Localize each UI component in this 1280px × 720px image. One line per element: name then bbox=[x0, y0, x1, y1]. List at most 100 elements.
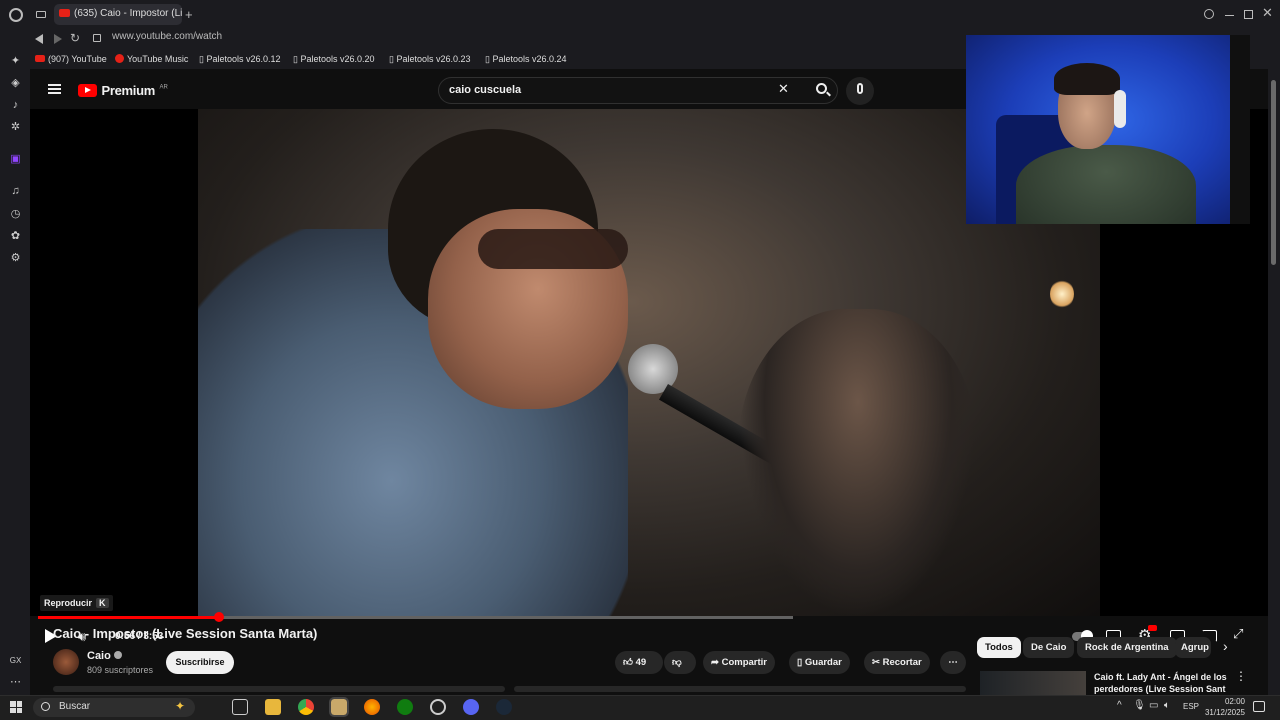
aria-icon[interactable]: ✦ bbox=[9, 55, 22, 68]
bookmark-paletools-20[interactable]: ▯ Paletools v26.0.20 bbox=[293, 54, 375, 65]
start-button[interactable] bbox=[10, 701, 22, 713]
microphone-icon bbox=[857, 83, 863, 94]
maximize-button[interactable] bbox=[1244, 10, 1253, 19]
forward-icon[interactable] bbox=[54, 34, 62, 44]
mic-tray-icon[interactable]: 🎙︎ bbox=[1133, 700, 1146, 711]
up-next-title[interactable]: Caio ft. Lady Ant - Ángel de los perdedo… bbox=[1094, 671, 1244, 695]
scissors-icon: ✂ bbox=[872, 657, 883, 668]
subscriber-count: 809 suscriptores bbox=[87, 665, 154, 675]
bookmark-paletools-24[interactable]: ▯ Paletools v26.0.24 bbox=[485, 54, 567, 65]
more-icon: ⋯ bbox=[948, 657, 958, 668]
task-view-icon[interactable] bbox=[232, 699, 248, 715]
headset bbox=[1114, 90, 1126, 128]
fullscreen-icon[interactable]: ⤢ bbox=[1233, 626, 1243, 642]
url-field[interactable]: www.youtube.com/watch bbox=[112, 31, 222, 42]
bookmark-paletools-12[interactable]: ▯ Paletools v26.0.12 bbox=[199, 54, 281, 65]
streamer-hair bbox=[1054, 63, 1120, 95]
search-icon bbox=[41, 702, 50, 711]
minimize-button[interactable] bbox=[1225, 15, 1234, 16]
reload-icon[interactable]: ↻ bbox=[70, 31, 80, 45]
bookmark-paletools-23[interactable]: ▯ Paletools v26.0.23 bbox=[389, 54, 471, 65]
bookmark-youtube-music[interactable]: YouTube Music bbox=[115, 54, 188, 64]
progress-fill bbox=[38, 616, 219, 619]
comments-placeholder bbox=[53, 686, 505, 692]
scrollbar-thumb[interactable] bbox=[1271, 80, 1276, 265]
player-icon[interactable]: ♪ bbox=[9, 99, 22, 112]
back-icon[interactable] bbox=[35, 34, 43, 44]
shortcut-key: K bbox=[96, 598, 109, 608]
premium-label: Premium bbox=[101, 83, 155, 98]
search-button[interactable] bbox=[808, 77, 838, 104]
clear-search-icon[interactable]: ✕ bbox=[778, 81, 789, 97]
tray-overflow-icon[interactable]: ^ bbox=[1117, 700, 1122, 711]
more-icon[interactable]: ⋯ bbox=[9, 676, 22, 689]
taskbar-search[interactable]: Buscar ✦ bbox=[33, 698, 195, 717]
youtube-music-icon bbox=[115, 54, 124, 63]
xbox-icon[interactable] bbox=[397, 699, 413, 715]
chip-todos[interactable]: Todos bbox=[977, 637, 1021, 658]
up-next-thumbnail[interactable] bbox=[980, 671, 1086, 695]
opera-gx-icon[interactable] bbox=[430, 699, 446, 715]
streamer-body bbox=[1016, 145, 1196, 224]
search-tabs-icon[interactable] bbox=[1204, 9, 1214, 19]
hamburger-menu-icon[interactable] bbox=[48, 84, 61, 94]
opera-menu-icon[interactable] bbox=[9, 8, 23, 22]
subscribe-button[interactable]: Suscribirse bbox=[166, 651, 234, 674]
webcam-side-bar bbox=[1230, 35, 1250, 224]
scrubber-handle[interactable] bbox=[214, 612, 224, 622]
twitch-icon[interactable]: ▣ bbox=[9, 153, 22, 166]
network-icon[interactable]: ▭ bbox=[1149, 700, 1158, 711]
youtube-logo[interactable]: Premium AR bbox=[78, 82, 168, 98]
copilot-sparkle-icon: ✦ bbox=[174, 699, 185, 713]
lamp-light bbox=[1050, 279, 1074, 309]
notifications-icon[interactable] bbox=[1253, 701, 1265, 712]
share-icon: ➦ bbox=[711, 657, 722, 668]
chip-agrup[interactable]: Agrup bbox=[1175, 637, 1211, 658]
bookmark-icon: ▯ bbox=[797, 657, 805, 668]
more-actions-button[interactable]: ⋯ bbox=[940, 651, 966, 674]
steam-icon[interactable] bbox=[496, 699, 512, 715]
close-window-button[interactable]: ✕ bbox=[1262, 5, 1273, 21]
channel-avatar[interactable] bbox=[53, 649, 79, 675]
youtube-play-logo-icon bbox=[78, 84, 97, 97]
speaker-icon[interactable]: 🔈︎ bbox=[1164, 700, 1170, 711]
guitarist-figure bbox=[738, 309, 978, 616]
bookmark-youtube[interactable]: (907) YouTube bbox=[35, 54, 107, 64]
dislike-button[interactable]: 👎︎ bbox=[664, 651, 696, 674]
lock-icon[interactable] bbox=[93, 34, 101, 42]
chips-next-icon[interactable]: › bbox=[1223, 638, 1228, 654]
speed-dial-icon[interactable]: ✲ bbox=[9, 121, 22, 134]
region-label: AR bbox=[159, 84, 168, 91]
tab-title: (635) Caio - Impostor (Live bbox=[74, 8, 182, 19]
chip-rock-argentina[interactable]: Rock de Argentina bbox=[1077, 637, 1177, 658]
discord-icon[interactable] bbox=[463, 699, 479, 715]
clock[interactable]: 02:00 31/12/2025 bbox=[1201, 696, 1245, 718]
clip-button[interactable]: ✂ Recortar bbox=[864, 651, 930, 674]
history-icon[interactable]: ◷ bbox=[9, 208, 22, 221]
channel-name[interactable]: Caio bbox=[87, 650, 122, 662]
browser-tab[interactable]: (635) Caio - Impostor (Live bbox=[54, 4, 182, 25]
settings-icon[interactable]: ⚙ bbox=[9, 252, 22, 265]
tab-manager-icon[interactable] bbox=[36, 11, 46, 18]
youtube-favicon-icon bbox=[59, 9, 70, 17]
extensions-icon[interactable]: ◈ bbox=[9, 77, 22, 90]
youtube-icon bbox=[35, 55, 45, 62]
save-button[interactable]: ▯ Guardar bbox=[789, 651, 850, 674]
new-tab-button[interactable]: + bbox=[185, 7, 193, 22]
chrome-icon[interactable] bbox=[298, 699, 314, 715]
share-button[interactable]: ➦ Compartir bbox=[703, 651, 776, 674]
gx-corner-icon[interactable]: GX bbox=[9, 654, 22, 667]
cleaner-icon[interactable]: ✿ bbox=[9, 230, 22, 243]
app-icon-active[interactable] bbox=[329, 697, 349, 717]
chip-de-caio[interactable]: De Caio bbox=[1023, 637, 1075, 658]
voice-search-button[interactable] bbox=[846, 77, 874, 105]
up-next-menu-icon[interactable]: ⋮ bbox=[1235, 669, 1247, 683]
play-tooltip: Reproducir K bbox=[40, 595, 113, 611]
language-indicator[interactable]: ESP bbox=[1183, 702, 1199, 711]
video-frame[interactable] bbox=[198, 109, 1100, 616]
firefox-icon[interactable] bbox=[364, 699, 380, 715]
mods-icon[interactable]: ♫ bbox=[9, 185, 22, 198]
file-explorer-icon[interactable] bbox=[265, 699, 281, 715]
thumbs-up-icon: 👍︎ bbox=[623, 657, 636, 668]
like-button[interactable]: 👍︎ 49 bbox=[615, 651, 663, 674]
